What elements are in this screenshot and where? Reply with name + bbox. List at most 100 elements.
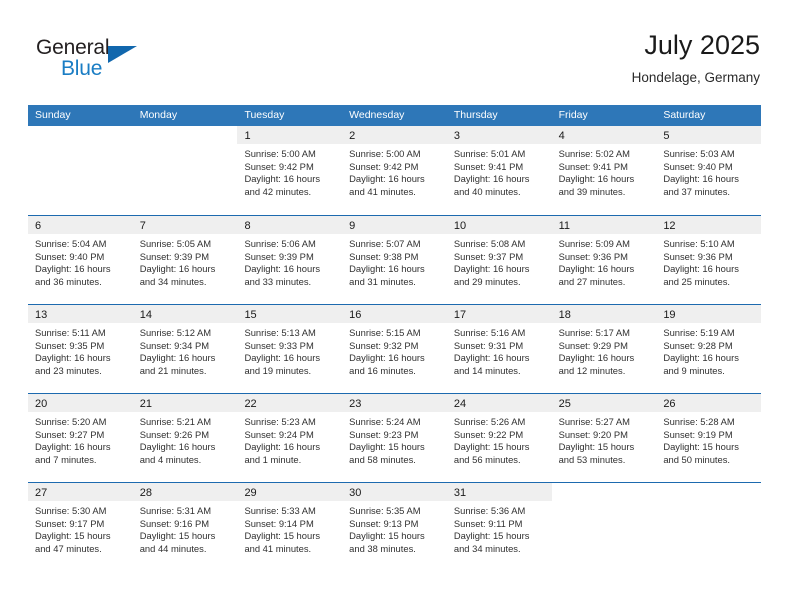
sunrise-text: Sunrise: 5:36 AM <box>453 505 526 516</box>
sunset-text: Sunset: 9:42 PM <box>349 160 419 172</box>
daylight-text: Daylight: 15 hours and 38 minutes. <box>349 530 425 554</box>
daylight-text: Daylight: 16 hours and 42 minutes. <box>244 173 321 197</box>
calendar-day-cell[interactable]: 29 Sunrise: 5:33 AM Sunset: 9:14 PM Dayligh… <box>237 483 343 571</box>
day-number: 13 <box>35 309 48 321</box>
daylight-text: Daylight: 16 hours and 21 minutes. <box>139 352 216 376</box>
weekday-header-monday: Monday <box>139 109 178 121</box>
daylight-text: Daylight: 16 hours and 1 minute. <box>244 441 321 465</box>
day-number: 20 <box>35 398 48 410</box>
day-number-band: 31 <box>446 483 552 501</box>
day-details: Sunrise: 5:17 AM Sunset: 9:29 PM Daylight:… <box>552 323 657 377</box>
calendar-day-cell[interactable]: 20 Sunrise: 5:20 AM Sunset: 9:27 PM Dayligh… <box>28 394 133 482</box>
calendar-day-cell-empty <box>132 126 238 215</box>
calendar-day-cell[interactable]: 23 Sunrise: 5:24 AM Sunset: 9:23 PM Dayligh… <box>342 394 447 482</box>
day-number: 10 <box>453 220 467 232</box>
calendar-day-cell[interactable]: 25 Sunrise: 5:27 AM Sunset: 9:20 PM Dayligh… <box>551 394 657 482</box>
calendar-day-cell[interactable]: 4 Sunrise: 5:02 AM Sunset: 9:41 PM Daylight… <box>551 126 657 215</box>
calendar-day-cell[interactable]: 2 Sunrise: 5:00 AM Sunset: 9:42 PM Daylight… <box>342 126 447 215</box>
day-number: 25 <box>558 398 571 410</box>
day-number: 29 <box>244 487 257 499</box>
calendar-week-row: 6 Sunrise: 5:04 AM Sunset: 9:40 PM Daylight… <box>28 215 762 304</box>
sunset-text: Sunset: 9:38 PM <box>349 250 419 262</box>
calendar-day-cell[interactable]: 13 Sunrise: 5:11 AM Sunset: 9:35 PM Dayligh… <box>28 305 133 393</box>
calendar-day-cell[interactable]: 22 Sunrise: 5:23 AM Sunset: 9:24 PM Dayligh… <box>237 394 343 482</box>
calendar-day-cell[interactable]: 1 Sunrise: 5:00 AM Sunset: 9:42 PM Daylight… <box>237 126 343 215</box>
logo-text-blue: Blue <box>61 57 103 80</box>
calendar-day-cell[interactable]: 10 Sunrise: 5:08 AM Sunset: 9:37 PM Dayligh… <box>446 216 552 304</box>
day-number: 26 <box>663 398 676 410</box>
calendar-day-cell[interactable]: 7 Sunrise: 5:05 AM Sunset: 9:39 PM Daylight… <box>132 216 238 304</box>
calendar-day-cell[interactable]: 11 Sunrise: 5:09 AM Sunset: 9:36 PM Dayligh… <box>551 216 657 304</box>
sunset-text: Sunset: 9:39 PM <box>139 250 210 262</box>
sunrise-text: Sunrise: 5:21 AM <box>139 416 212 427</box>
sunset-text: Sunset: 9:11 PM <box>453 517 523 529</box>
sunset-text: Sunset: 9:19 PM <box>663 428 733 440</box>
calendar-day-cell[interactable]: 5 Sunrise: 5:03 AM Sunset: 9:40 PM Daylight… <box>656 126 762 215</box>
calendar-day-cell[interactable]: 18 Sunrise: 5:17 AM Sunset: 9:29 PM Dayligh… <box>551 305 657 393</box>
weekday-header-sunday: Sunday <box>35 109 71 121</box>
calendar-day-cell-empty <box>656 483 762 571</box>
sunrise-text: Sunrise: 5:09 AM <box>558 238 630 249</box>
day-number-band: 14 <box>132 305 238 323</box>
daylight-text: Daylight: 16 hours and 16 minutes. <box>349 352 425 376</box>
sunset-text: Sunset: 9:33 PM <box>244 339 314 351</box>
sunrise-text: Sunrise: 5:04 AM <box>35 238 107 249</box>
calendar-day-cell[interactable]: 31 Sunrise: 5:36 AM Sunset: 9:11 PM Dayligh… <box>446 483 552 571</box>
calendar-day-cell[interactable]: 24 Sunrise: 5:26 AM Sunset: 9:22 PM Dayligh… <box>446 394 552 482</box>
day-details: Sunrise: 5:28 AM Sunset: 9:19 PM Daylight:… <box>656 412 761 466</box>
daylight-text: Daylight: 15 hours and 44 minutes. <box>139 530 216 554</box>
calendar-day-cell[interactable]: 14 Sunrise: 5:12 AM Sunset: 9:34 PM Dayligh… <box>132 305 238 393</box>
day-number-band <box>656 483 762 501</box>
sunset-text: Sunset: 9:20 PM <box>558 428 628 440</box>
day-number-band: 9 <box>342 216 447 234</box>
calendar-day-cell[interactable]: 3 Sunrise: 5:01 AM Sunset: 9:41 PM Daylight… <box>446 126 552 215</box>
sunrise-text: Sunrise: 5:00 AM <box>349 148 421 159</box>
calendar-day-cell[interactable]: 8 Sunrise: 5:06 AM Sunset: 9:39 PM Daylight… <box>237 216 343 304</box>
weekday-header-row: Sunday Monday Tuesday Wednesday Thursday… <box>28 105 761 126</box>
day-details: Sunrise: 5:13 AM Sunset: 9:33 PM Daylight:… <box>237 323 342 377</box>
calendar-day-cell[interactable]: 6 Sunrise: 5:04 AM Sunset: 9:40 PM Daylight… <box>28 216 133 304</box>
day-details: Sunrise: 5:01 AM Sunset: 9:41 PM Daylight:… <box>447 144 552 198</box>
calendar-day-cell[interactable]: 12 Sunrise: 5:10 AM Sunset: 9:36 PM Dayligh… <box>656 216 762 304</box>
sunset-text: Sunset: 9:40 PM <box>663 160 733 172</box>
calendar-day-cell[interactable]: 9 Sunrise: 5:07 AM Sunset: 9:38 PM Daylight… <box>342 216 447 304</box>
daylight-text: Daylight: 16 hours and 23 minutes. <box>35 352 111 376</box>
day-number: 6 <box>35 220 42 232</box>
sunset-text: Sunset: 9:36 PM <box>663 250 733 262</box>
calendar-day-cell[interactable]: 27 Sunrise: 5:30 AM Sunset: 9:17 PM Dayligh… <box>28 483 133 571</box>
daylight-text: Daylight: 16 hours and 33 minutes. <box>244 263 321 287</box>
day-details: Sunrise: 5:27 AM Sunset: 9:20 PM Daylight:… <box>552 412 657 466</box>
generalblue-logo[interactable]: General Blue <box>36 35 186 87</box>
daylight-text: Daylight: 16 hours and 9 minutes. <box>663 352 739 376</box>
day-details: Sunrise: 5:00 AM Sunset: 9:42 PM Daylight:… <box>342 144 447 198</box>
day-number-band: 5 <box>656 126 762 144</box>
day-number-band: 29 <box>237 483 343 501</box>
sunset-text: Sunset: 9:41 PM <box>558 160 628 172</box>
day-number-band: 19 <box>656 305 762 323</box>
sunrise-text: Sunrise: 5:33 AM <box>244 505 316 516</box>
calendar-day-cell[interactable]: 26 Sunrise: 5:28 AM Sunset: 9:19 PM Dayligh… <box>656 394 762 482</box>
day-number: 31 <box>453 487 467 499</box>
sunrise-text: Sunrise: 5:06 AM <box>244 238 316 249</box>
daylight-text: Daylight: 15 hours and 50 minutes. <box>663 441 739 465</box>
calendar-day-cell[interactable]: 16 Sunrise: 5:15 AM Sunset: 9:32 PM Dayligh… <box>342 305 447 393</box>
calendar-day-cell[interactable]: 17 Sunrise: 5:16 AM Sunset: 9:31 PM Dayligh… <box>446 305 552 393</box>
sunrise-text: Sunrise: 5:16 AM <box>453 327 526 338</box>
calendar-day-cell[interactable]: 30 Sunrise: 5:35 AM Sunset: 9:13 PM Dayligh… <box>342 483 447 571</box>
calendar-day-cell[interactable]: 21 Sunrise: 5:21 AM Sunset: 9:26 PM Dayligh… <box>132 394 238 482</box>
day-details: Sunrise: 5:16 AM Sunset: 9:31 PM Daylight:… <box>447 323 552 377</box>
day-number-band: 30 <box>342 483 447 501</box>
calendar-day-cell[interactable]: 15 Sunrise: 5:13 AM Sunset: 9:33 PM Dayligh… <box>237 305 343 393</box>
day-number-band: 17 <box>446 305 552 323</box>
sunset-text: Sunset: 9:34 PM <box>139 339 210 351</box>
sunset-text: Sunset: 9:17 PM <box>35 517 105 529</box>
calendar-day-cell[interactable]: 19 Sunrise: 5:19 AM Sunset: 9:28 PM Dayligh… <box>656 305 762 393</box>
calendar-day-cell-empty <box>551 483 657 571</box>
sunrise-text: Sunrise: 5:23 AM <box>244 416 316 427</box>
sunrise-text: Sunrise: 5:26 AM <box>453 416 526 427</box>
sunrise-text: Sunrise: 5:24 AM <box>349 416 421 427</box>
calendar-week-row: 1 Sunrise: 5:00 AM Sunset: 9:42 PM Daylight… <box>28 126 762 215</box>
calendar-day-cell[interactable]: 28 Sunrise: 5:31 AM Sunset: 9:16 PM Dayligh… <box>132 483 238 571</box>
calendar-grid: Sunday Monday Tuesday Wednesday Thursday… <box>28 105 762 571</box>
day-number-band: 4 <box>551 126 657 144</box>
